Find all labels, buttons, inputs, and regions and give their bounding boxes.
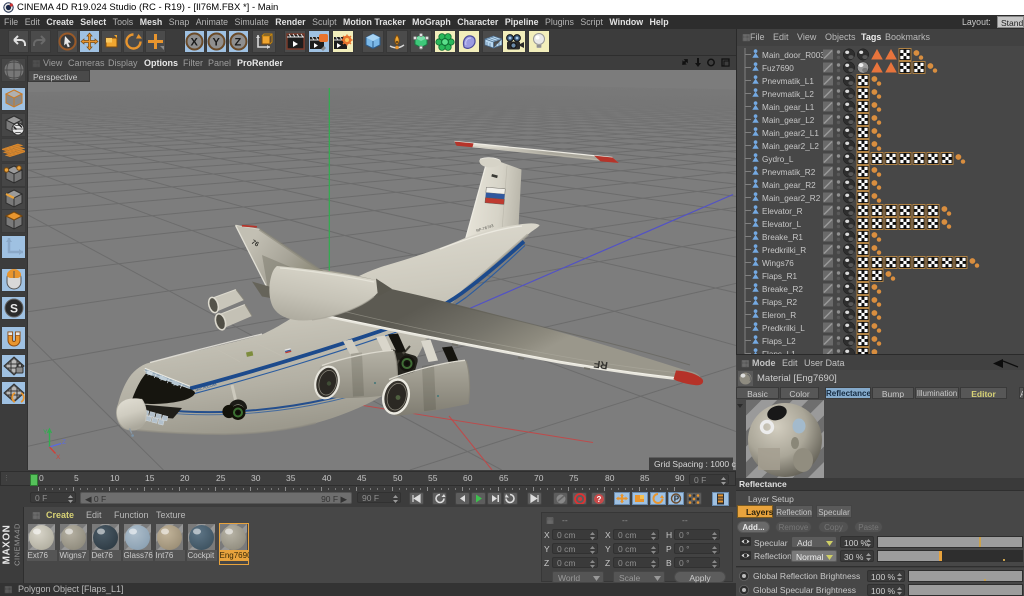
svg-text:Z: Z <box>235 37 242 49</box>
svg-text:Y: Y <box>43 429 48 436</box>
svg-text:?: ? <box>597 495 602 504</box>
svg-text:Main_gear2_L1: Main_gear2_L1 <box>762 129 819 138</box>
svg-text:Pnevmatik_L2: Pnevmatik_L2 <box>762 90 814 99</box>
svg-text:Predkrilki_R: Predkrilki_R <box>762 246 806 255</box>
svg-text:Gydro_L: Gydro_L <box>762 155 794 164</box>
svg-text:Eleron_R: Eleron_R <box>762 311 796 320</box>
svg-text:X: X <box>56 454 61 461</box>
svg-text:Fuz7690: Fuz7690 <box>762 64 794 73</box>
svg-text:X: X <box>191 37 199 49</box>
svg-text:Main_gear_R2: Main_gear_R2 <box>762 181 816 190</box>
svg-text:Pnevmatik_R2: Pnevmatik_R2 <box>762 168 816 177</box>
svg-text:RF: RF <box>592 357 608 371</box>
svg-text:Elevator_L: Elevator_L <box>762 220 802 229</box>
svg-text:Flaps_R2: Flaps_R2 <box>762 298 797 307</box>
svg-text:Y: Y <box>213 37 221 49</box>
svg-text:Flaps_R1: Flaps_R1 <box>762 272 797 281</box>
svg-text:Predkrilki_L: Predkrilki_L <box>762 324 805 333</box>
svg-text:Main_gear_L1: Main_gear_L1 <box>762 103 815 112</box>
svg-text:Main_gear_L2: Main_gear_L2 <box>762 116 815 125</box>
svg-text:Main_gear2_R2: Main_gear2_R2 <box>762 194 821 203</box>
svg-text:Main_door_R003: Main_door_R003 <box>762 51 825 60</box>
svg-text:P: P <box>674 495 680 504</box>
svg-text:Elevator_R: Elevator_R <box>762 207 803 216</box>
svg-text:Flaps_L2: Flaps_L2 <box>762 337 796 346</box>
svg-text:Grid Spacing : 1000 cm: Grid Spacing : 1000 cm <box>654 459 736 469</box>
svg-text:Main_gear2_L2: Main_gear2_L2 <box>762 142 819 151</box>
svg-text:Breake_R2: Breake_R2 <box>762 285 803 294</box>
svg-text:S: S <box>10 302 18 316</box>
svg-text:Breake_R1: Breake_R1 <box>762 233 803 242</box>
svg-text:Z: Z <box>62 439 66 446</box>
svg-text:Wings76: Wings76 <box>762 259 794 268</box>
svg-text:Pnevmatik_L1: Pnevmatik_L1 <box>762 77 814 86</box>
